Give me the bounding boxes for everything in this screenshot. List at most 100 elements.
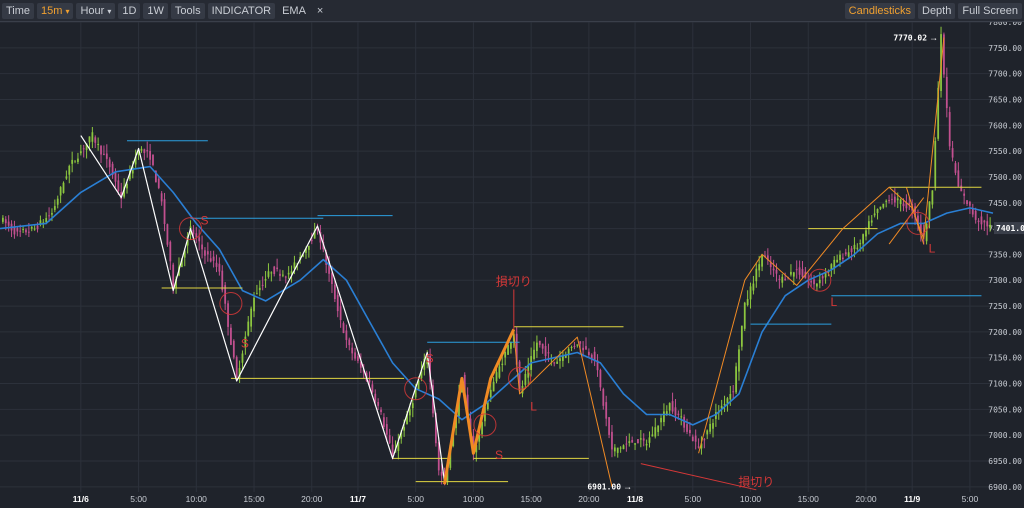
hour-select[interactable]: Hour ▾ <box>76 3 116 19</box>
candle-up <box>97 144 100 146</box>
candle-up <box>654 427 657 437</box>
x-tick-label: 11/6 <box>73 494 89 504</box>
candle-down <box>963 193 966 196</box>
candle-down <box>166 224 169 245</box>
candlesticks-button[interactable]: Candlesticks <box>844 3 915 19</box>
candle-down <box>204 250 206 256</box>
candle-down <box>986 221 989 227</box>
candle-down <box>209 258 212 262</box>
candle-down <box>677 413 680 415</box>
candle-up <box>281 274 284 276</box>
arrow-right-icon: → <box>929 32 938 42</box>
candle-down <box>593 351 596 361</box>
interval-select[interactable]: 15m ▾ <box>37 3 74 19</box>
x-tick-label: 15:00 <box>798 494 820 504</box>
candle-up <box>88 136 91 143</box>
y-tick-label: 7000.00 <box>988 431 1022 440</box>
candle-up <box>749 286 752 300</box>
candle-up <box>307 245 310 250</box>
candle-up <box>928 201 931 221</box>
interval-1d-button[interactable]: 1D <box>118 3 141 19</box>
candle-down <box>547 352 550 354</box>
depth-button[interactable]: Depth <box>918 3 956 19</box>
candle-down <box>585 346 587 350</box>
tools-button[interactable]: Tools <box>170 3 205 19</box>
candle-down <box>215 262 218 267</box>
fullscreen-button[interactable]: Full Screen <box>958 3 1022 19</box>
last-price-label: 7401.0 <box>996 224 1024 233</box>
candle-up <box>68 165 71 175</box>
x-tick-label: 10:00 <box>186 494 208 504</box>
candle-down <box>891 198 893 200</box>
candle-down <box>689 429 691 434</box>
candle-up <box>781 276 784 283</box>
candle-up <box>668 403 671 411</box>
ema-remove-icon[interactable]: × <box>313 3 327 19</box>
candle-up <box>409 409 411 416</box>
x-tick-label: 10:00 <box>740 494 762 504</box>
x-tick-label: 11/9 <box>904 494 920 504</box>
candle-down <box>342 323 345 333</box>
candle-up <box>870 220 873 223</box>
x-tick-label: 20:00 <box>301 494 323 504</box>
signal-label: S <box>426 352 434 366</box>
candle-up <box>489 389 492 398</box>
candle-up <box>510 341 512 349</box>
candle-down <box>198 237 201 242</box>
candle-up <box>896 198 899 201</box>
x-tick-label: 11/8 <box>627 494 643 504</box>
indicator-button[interactable]: INDICATOR <box>207 3 276 19</box>
candle-down <box>368 379 371 383</box>
y-tick-label: 7500.00 <box>988 173 1022 182</box>
candle-up <box>816 283 818 287</box>
candle-up <box>71 159 74 164</box>
candle-down <box>377 401 380 406</box>
y-tick-label: 7700.00 <box>988 70 1022 79</box>
chart-toolbar: Time 15m ▾ Hour ▾ 1D 1W Tools INDICATOR EM… <box>0 0 1024 22</box>
candle-down <box>642 438 645 441</box>
x-tick-label: 5:00 <box>130 494 147 504</box>
price-marker-label: 6901.00 <box>587 482 621 491</box>
candle-down <box>230 327 232 345</box>
y-tick-label: 7800.00 <box>988 22 1022 27</box>
y-tick-label: 7650.00 <box>988 95 1022 104</box>
candle-down <box>201 244 203 250</box>
candle-down <box>357 356 359 361</box>
candle-up <box>712 423 714 429</box>
candle-down <box>732 391 735 393</box>
candle-down <box>945 76 948 109</box>
time-button[interactable]: Time <box>2 3 35 19</box>
candle-down <box>605 402 608 419</box>
price-chart[interactable]: 6900.00 6950.00 7000.00 7050.00 7100.00 7150.… <box>0 22 1024 508</box>
candle-up <box>876 209 879 213</box>
candle-down <box>893 196 896 203</box>
candle-down <box>19 230 22 232</box>
candle-up <box>501 363 504 365</box>
candle-up <box>576 344 579 346</box>
y-tick-label: 7050.00 <box>988 405 1022 414</box>
chevron-down-icon: ▾ <box>107 7 112 16</box>
candle-up <box>30 226 33 229</box>
candle-up <box>556 361 559 364</box>
candle-down <box>801 268 804 277</box>
x-tick-label: 5:00 <box>407 494 424 504</box>
y-tick-label: 6950.00 <box>988 457 1022 466</box>
candle-down <box>951 148 954 158</box>
candle-up <box>735 366 737 393</box>
candle-down <box>388 435 391 443</box>
candle-down <box>599 370 602 388</box>
candle-up <box>411 403 414 409</box>
x-tick-label: 10:00 <box>463 494 485 504</box>
candle-down <box>310 239 313 242</box>
ema-indicator-chip[interactable]: EMA <box>278 3 310 19</box>
candle-down <box>691 436 694 442</box>
candle-up <box>989 224 992 228</box>
candle-down <box>16 228 19 232</box>
candle-up <box>634 443 636 445</box>
x-tick-label: 20:00 <box>855 494 877 504</box>
candle-up <box>639 438 642 440</box>
candle-up <box>856 247 859 249</box>
interval-1w-button[interactable]: 1W <box>143 3 168 19</box>
candle-down <box>541 343 544 349</box>
candle-down <box>221 270 224 291</box>
